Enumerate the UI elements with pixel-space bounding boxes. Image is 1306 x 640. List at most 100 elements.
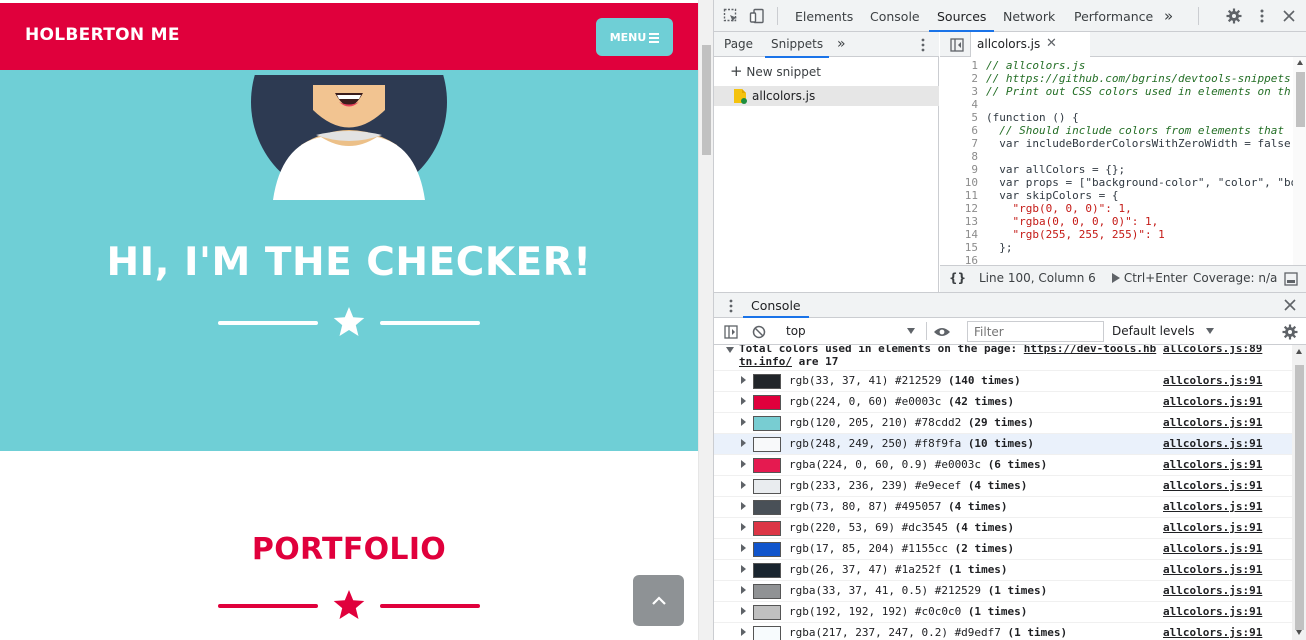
expand-triangle-icon[interactable] [741, 502, 746, 510]
console-sidebar-icon[interactable] [723, 324, 739, 340]
console-scrollbar-thumb[interactable] [1295, 365, 1304, 630]
expand-triangle-icon[interactable] [726, 347, 734, 353]
menu-button[interactable]: MENU [596, 18, 673, 56]
expand-triangle-icon[interactable] [741, 523, 746, 531]
close-drawer-icon[interactable] [1283, 298, 1297, 312]
console-settings-gear-icon[interactable] [1281, 323, 1299, 341]
console-color-row[interactable]: rgb(220, 53, 69) #dc3545 (4 times) allcol… [714, 518, 1292, 539]
scroll-up-arrow[interactable] [1297, 60, 1303, 65]
page-scrollbar[interactable] [698, 0, 713, 640]
source-link[interactable]: allcolors.js:91 [1163, 563, 1262, 576]
expand-triangle-icon[interactable] [741, 586, 746, 594]
expand-triangle-icon[interactable] [741, 607, 746, 615]
console-color-row[interactable]: rgb(192, 192, 192) #c0c0c0 (1 times) allc… [714, 602, 1292, 623]
group-header-link[interactable]: https://dev-tools.hb [1024, 345, 1156, 355]
code-line[interactable]: 1 // allcolors.js [940, 59, 1293, 72]
code-line[interactable]: 6 // Should include colors from elements… [940, 124, 1293, 137]
code-line[interactable]: 8 [940, 150, 1293, 163]
scroll-up-arrow[interactable] [1296, 349, 1302, 354]
new-snippet-button[interactable]: + New snippet [730, 62, 821, 80]
console-group-header[interactable]: Total colors used in elements on the pag… [714, 345, 1292, 371]
source-link[interactable]: allcolors.js:91 [1163, 500, 1262, 513]
tab-console[interactable]: Console [870, 0, 920, 32]
code-editor[interactable]: 1 // allcolors.js 2 // https://github.com/b… [940, 59, 1293, 281]
console-color-row[interactable]: rgb(120, 205, 210) #78cdd2 (29 times) all… [714, 413, 1292, 434]
drawer-tab-console[interactable]: Console [743, 293, 809, 318]
console-color-row[interactable]: rgb(224, 0, 60) #e0003c (42 times) allcol… [714, 392, 1292, 413]
code-line[interactable]: 11 var skipColors = { [940, 189, 1293, 202]
code-line[interactable]: 12 "rgb(0, 0, 0)": 1, [940, 202, 1293, 215]
source-link[interactable]: allcolors.js:91 [1163, 584, 1262, 597]
expand-triangle-icon[interactable] [741, 481, 746, 489]
expand-triangle-icon[interactable] [741, 628, 746, 636]
expand-triangle-icon[interactable] [741, 376, 746, 384]
console-scrollbar[interactable] [1292, 345, 1306, 640]
kebab-menu-icon[interactable] [1255, 7, 1269, 25]
expand-triangle-icon[interactable] [741, 418, 746, 426]
console-color-row[interactable]: rgb(17, 85, 204) #1155cc (2 times) allcol… [714, 539, 1292, 560]
device-toolbar-icon[interactable] [748, 7, 766, 25]
source-link[interactable]: allcolors.js:91 [1163, 416, 1262, 429]
code-line[interactable]: 10 var props = ["background-color", "col… [940, 176, 1293, 189]
inspect-element-icon[interactable] [722, 7, 740, 25]
source-link[interactable]: allcolors.js:91 [1163, 521, 1262, 534]
tab-network[interactable]: Network [1003, 0, 1055, 32]
console-color-row[interactable]: rgb(233, 236, 239) #e9ecef (4 times) allc… [714, 476, 1292, 497]
toggle-navigator-icon[interactable] [949, 37, 965, 53]
source-link[interactable]: allcolors.js:91 [1163, 479, 1262, 492]
code-line[interactable]: 7 var includeBorderColorsWithZeroWidth =… [940, 137, 1293, 150]
console-color-row[interactable]: rgb(248, 249, 250) #f8f9fa (10 times) all… [714, 434, 1292, 455]
pretty-print-button[interactable]: {} [949, 271, 966, 285]
context-selector[interactable]: top [778, 318, 920, 344]
tab-sources[interactable]: Sources [928, 0, 995, 32]
tab-performance[interactable]: Performance [1074, 0, 1153, 32]
console-color-row[interactable]: rgba(217, 237, 247, 0.2) #d9edf7 (1 time… [714, 623, 1292, 640]
code-line[interactable]: 2 // https://github.com/bgrins/devtools-s… [940, 72, 1293, 85]
snippet-file-item[interactable]: allcolors.js [714, 86, 939, 106]
console-color-row[interactable]: rgb(33, 37, 41) #212529 (140 times) allco… [714, 371, 1292, 392]
group-header-source-link[interactable]: allcolors.js:89 [1163, 345, 1262, 355]
code-line[interactable]: 15 }; [940, 241, 1293, 254]
tab-page[interactable]: Page [724, 32, 753, 57]
source-link[interactable]: allcolors.js:91 [1163, 605, 1262, 618]
source-link[interactable]: allcolors.js:91 [1163, 395, 1262, 408]
close-icon[interactable] [1281, 8, 1297, 24]
group-header-link-continued[interactable]: tn.info/ [739, 355, 792, 368]
editor-file-tab[interactable]: allcolors.js ✕ [971, 32, 1090, 57]
console-filter-input[interactable] [967, 321, 1104, 342]
console-color-row[interactable]: rgb(26, 37, 47) #1a252f (1 times) allcolo… [714, 560, 1292, 581]
code-line[interactable]: 9 var allColors = {}; [940, 163, 1293, 176]
code-line[interactable]: 4 [940, 98, 1293, 111]
scroll-down-arrow[interactable] [1296, 630, 1302, 635]
source-link[interactable]: allcolors.js:91 [1163, 542, 1262, 555]
close-tab-icon[interactable]: ✕ [1046, 36, 1057, 51]
console-color-row[interactable]: rgba(224, 0, 60, 0.9) #e0003c (6 times) a… [714, 455, 1292, 476]
expand-triangle-icon[interactable] [741, 460, 746, 468]
source-link[interactable]: allcolors.js:91 [1163, 458, 1262, 471]
code-line[interactable]: 13 "rgba(0, 0, 0, 0)": 1, [940, 215, 1293, 228]
code-line[interactable]: 14 "rgb(255, 255, 255)": 1 [940, 228, 1293, 241]
editor-scrollbar-thumb[interactable] [1296, 72, 1305, 127]
tab-snippets[interactable]: Snippets [764, 32, 830, 58]
gear-icon[interactable] [1225, 7, 1243, 25]
tab-elements[interactable]: Elements [795, 0, 853, 32]
clear-console-icon[interactable] [751, 324, 767, 340]
expand-triangle-icon[interactable] [741, 544, 746, 552]
code-line[interactable]: 5 (function () { [940, 111, 1293, 124]
expand-triangle-icon[interactable] [741, 565, 746, 573]
toggle-sidebar-icon[interactable] [1283, 271, 1299, 287]
eye-icon[interactable] [933, 324, 951, 340]
expand-triangle-icon[interactable] [741, 439, 746, 447]
kebab-menu-icon[interactable] [917, 37, 929, 53]
drawer-menu-icon[interactable] [727, 298, 735, 314]
more-tabs-button[interactable]: » [1164, 0, 1173, 32]
scroll-to-top-button[interactable] [633, 575, 684, 626]
editor-vertical-scrollbar[interactable] [1293, 57, 1306, 279]
console-color-row[interactable]: rgb(73, 80, 87) #495057 (4 times) allcolo… [714, 497, 1292, 518]
page-scrollbar-thumb[interactable] [702, 45, 711, 155]
source-link[interactable]: allcolors.js:91 [1163, 374, 1262, 387]
navigator-more-button[interactable]: » [837, 32, 846, 57]
source-link[interactable]: allcolors.js:91 [1163, 437, 1262, 450]
console-color-row[interactable]: rgba(33, 37, 41, 0.5) #212529 (1 times) a… [714, 581, 1292, 602]
expand-triangle-icon[interactable] [741, 397, 746, 405]
